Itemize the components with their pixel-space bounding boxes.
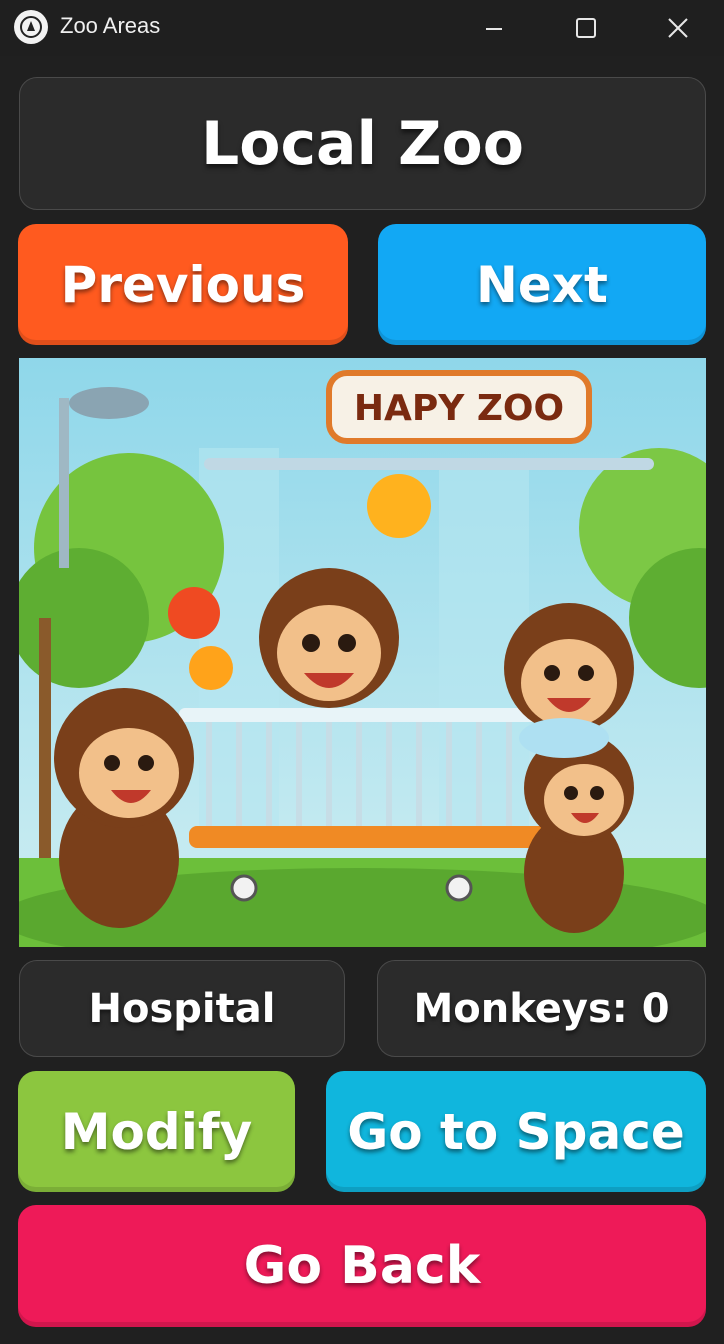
close-icon <box>668 18 688 38</box>
modify-button[interactable]: Modify <box>18 1071 295 1192</box>
go-back-button[interactable]: Go Back <box>18 1205 706 1327</box>
area-illustration: HAPY ZOO <box>19 358 706 947</box>
area-name-panel: Hospital <box>19 960 345 1057</box>
monkey-count-label: Monkeys: 0 <box>413 985 670 1032</box>
previous-button[interactable]: Previous <box>18 224 348 345</box>
monkey-count-panel: Monkeys: 0 <box>377 960 706 1057</box>
zoo-sign-text: HAPY ZOO <box>354 388 564 429</box>
zoo-name-panel: Local Zoo <box>19 77 706 210</box>
minimize-icon <box>486 28 502 30</box>
window-title: Zoo Areas <box>60 13 161 38</box>
zoo-name-title: Local Zoo <box>201 108 524 179</box>
close-button[interactable] <box>632 0 724 56</box>
next-button[interactable]: Next <box>378 224 706 345</box>
go-to-space-button[interactable]: Go to Space <box>326 1071 706 1192</box>
minimize-button[interactable] <box>448 0 540 56</box>
area-name-label: Hospital <box>88 985 276 1032</box>
maximize-button[interactable] <box>540 0 632 56</box>
maximize-icon <box>576 18 596 38</box>
window-titlebar: Zoo Areas <box>0 0 724 56</box>
app-logo-icon <box>14 10 48 44</box>
